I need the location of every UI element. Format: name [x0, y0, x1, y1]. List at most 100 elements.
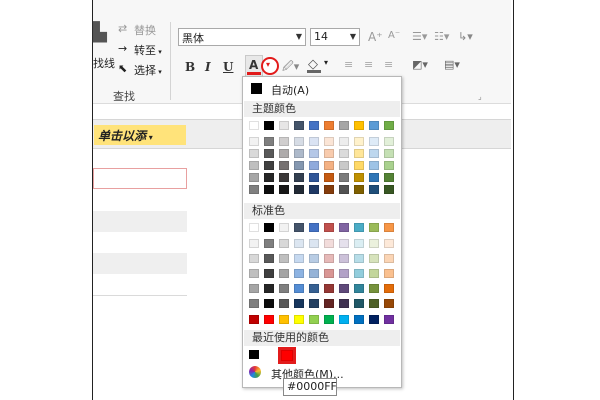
bright-color-swatch[interactable]	[294, 315, 304, 324]
theme-shade-swatch[interactable]	[369, 173, 379, 182]
standard-shade-swatch[interactable]	[279, 299, 289, 308]
theme-shade-swatch[interactable]	[249, 161, 259, 170]
standard-shade-swatch[interactable]	[279, 284, 289, 293]
theme-shade-swatch[interactable]	[324, 185, 334, 194]
align-left-icon[interactable]: ≡	[344, 58, 353, 71]
bright-color-swatch[interactable]	[384, 315, 394, 324]
theme-color-swatch[interactable]	[294, 121, 304, 130]
font-name-select[interactable]: 黑体 ▼	[178, 28, 306, 46]
standard-shade-swatch[interactable]	[264, 284, 274, 293]
standard-shade-swatch[interactable]	[384, 284, 394, 293]
numbering-icon[interactable]: ☷▾	[434, 30, 449, 43]
standard-shade-swatch[interactable]	[339, 269, 349, 278]
font-color-dropdown-button[interactable]: ▾	[261, 57, 279, 75]
standard-color-swatch[interactable]	[264, 223, 274, 232]
theme-shade-swatch[interactable]	[294, 161, 304, 170]
theme-shade-swatch[interactable]	[339, 137, 349, 146]
standard-shade-swatch[interactable]	[249, 284, 259, 293]
placeholder-label[interactable]: 单击以添 ▾	[94, 125, 186, 145]
standard-shade-swatch[interactable]	[264, 254, 274, 263]
standard-shade-swatch[interactable]	[324, 269, 334, 278]
border-icon[interactable]: ▤▾	[444, 58, 460, 71]
standard-shade-swatch[interactable]	[249, 254, 259, 263]
find-icon[interactable]: ▙	[93, 22, 107, 43]
theme-shade-swatch[interactable]	[384, 161, 394, 170]
standard-shade-swatch[interactable]	[249, 239, 259, 248]
theme-shade-swatch[interactable]	[294, 137, 304, 146]
list-row[interactable]	[93, 190, 187, 212]
bright-color-swatch[interactable]	[354, 315, 364, 324]
bright-color-swatch[interactable]	[339, 315, 349, 324]
replace-button[interactable]: 替换	[134, 22, 156, 38]
standard-shade-swatch[interactable]	[294, 299, 304, 308]
standard-shade-swatch[interactable]	[354, 284, 364, 293]
theme-shade-swatch[interactable]	[294, 185, 304, 194]
theme-shade-swatch[interactable]	[264, 185, 274, 194]
standard-color-swatch[interactable]	[384, 223, 394, 232]
find-button-partial[interactable]: 找线	[93, 55, 115, 71]
theme-shade-swatch[interactable]	[339, 149, 349, 158]
theme-shade-swatch[interactable]	[354, 149, 364, 158]
chevron-down-icon[interactable]: ▾	[324, 58, 328, 67]
list-row[interactable]	[93, 253, 187, 275]
theme-shade-swatch[interactable]	[264, 173, 274, 182]
standard-shade-swatch[interactable]	[339, 254, 349, 263]
theme-shade-swatch[interactable]	[354, 173, 364, 182]
auto-color-option[interactable]: 自动(A)	[271, 82, 309, 98]
standard-shade-swatch[interactable]	[339, 299, 349, 308]
standard-shade-swatch[interactable]	[384, 254, 394, 263]
standard-shade-swatch[interactable]	[309, 299, 319, 308]
theme-shade-swatch[interactable]	[279, 173, 289, 182]
theme-shade-swatch[interactable]	[339, 161, 349, 170]
theme-shade-swatch[interactable]	[384, 137, 394, 146]
theme-shade-swatch[interactable]	[384, 173, 394, 182]
standard-shade-swatch[interactable]	[354, 239, 364, 248]
standard-shade-swatch[interactable]	[324, 254, 334, 263]
theme-shade-swatch[interactable]	[309, 185, 319, 194]
standard-shade-swatch[interactable]	[309, 269, 319, 278]
italic-button[interactable]: I	[205, 60, 211, 74]
standard-shade-swatch[interactable]	[369, 239, 379, 248]
standard-shade-swatch[interactable]	[384, 269, 394, 278]
theme-shade-swatch[interactable]	[279, 137, 289, 146]
standard-shade-swatch[interactable]	[324, 299, 334, 308]
standard-shade-swatch[interactable]	[279, 239, 289, 248]
theme-shade-swatch[interactable]	[324, 137, 334, 146]
standard-shade-swatch[interactable]	[264, 299, 274, 308]
bright-color-swatch[interactable]	[249, 315, 259, 324]
theme-shade-swatch[interactable]	[279, 149, 289, 158]
theme-shade-swatch[interactable]	[324, 149, 334, 158]
paste-format-icon[interactable]: ↳▾	[458, 30, 473, 43]
standard-shade-swatch[interactable]	[339, 284, 349, 293]
standard-shade-swatch[interactable]	[369, 269, 379, 278]
theme-shade-swatch[interactable]	[324, 161, 334, 170]
select-button[interactable]: 选择 ▾	[134, 62, 162, 78]
theme-shade-swatch[interactable]	[264, 137, 274, 146]
auto-color-swatch[interactable]	[251, 83, 262, 94]
standard-shade-swatch[interactable]	[354, 254, 364, 263]
theme-shade-swatch[interactable]	[309, 173, 319, 182]
theme-shade-swatch[interactable]	[279, 161, 289, 170]
bright-color-swatch[interactable]	[309, 315, 319, 324]
standard-shade-swatch[interactable]	[279, 254, 289, 263]
standard-shade-swatch[interactable]	[309, 239, 319, 248]
theme-shade-swatch[interactable]	[264, 161, 274, 170]
standard-color-swatch[interactable]	[354, 223, 364, 232]
theme-color-swatch[interactable]	[369, 121, 379, 130]
standard-shade-swatch[interactable]	[249, 269, 259, 278]
theme-shade-swatch[interactable]	[294, 149, 304, 158]
theme-shade-swatch[interactable]	[249, 173, 259, 182]
standard-shade-swatch[interactable]	[294, 269, 304, 278]
font-size-select[interactable]: 14 ▼	[310, 28, 360, 46]
theme-shade-swatch[interactable]	[279, 185, 289, 194]
standard-shade-swatch[interactable]	[369, 299, 379, 308]
theme-color-swatch[interactable]	[354, 121, 364, 130]
theme-color-swatch[interactable]	[324, 121, 334, 130]
theme-shade-swatch[interactable]	[354, 185, 364, 194]
theme-shade-swatch[interactable]	[369, 137, 379, 146]
theme-shade-swatch[interactable]	[339, 173, 349, 182]
standard-shade-swatch[interactable]	[294, 239, 304, 248]
goto-button[interactable]: 转至 ▾	[134, 42, 162, 58]
theme-shade-swatch[interactable]	[324, 173, 334, 182]
bright-color-swatch[interactable]	[369, 315, 379, 324]
